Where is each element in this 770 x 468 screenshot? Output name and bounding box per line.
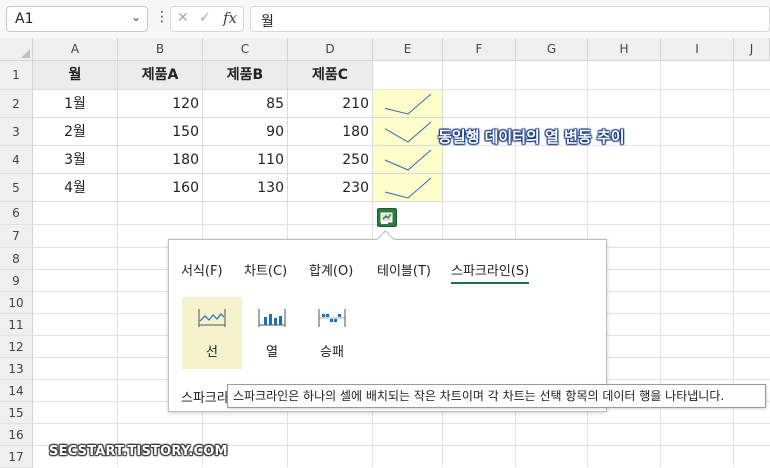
tooltip: 스파크라인은 하나의 셀에 배치되는 작은 차트이며 각 차트는 선택 항목의 … (227, 384, 766, 408)
sparkline-line (384, 149, 432, 171)
tab-sparklines[interactable]: 스파크라인(S) (451, 260, 530, 284)
value-cell[interactable]: 250 (288, 146, 373, 174)
month-cell[interactable]: 3월 (33, 146, 118, 174)
sparkline-column-option[interactable]: 열 (242, 297, 302, 369)
value-cell[interactable]: 130 (203, 174, 288, 202)
month-cell[interactable]: 4월 (33, 174, 118, 202)
cancel-icon[interactable]: ✕ (177, 10, 189, 26)
tab-tables[interactable]: 테이블(T) (377, 260, 431, 279)
value-cell[interactable]: 210 (288, 90, 373, 118)
sparkline-winloss-label: 승패 (320, 345, 344, 360)
sparkline-path (384, 149, 432, 171)
row-header[interactable]: 2 (0, 90, 33, 118)
sparkline-line (384, 121, 432, 143)
chevron-down-icon[interactable]: ⌄ (131, 10, 141, 24)
column-header[interactable]: H (588, 38, 661, 61)
annotation-label: 동일행 데이터의 열 변동 추이 (438, 128, 625, 146)
sparkline-column-icon (258, 309, 286, 327)
row-header[interactable]: 7 (0, 225, 33, 248)
sparkline-winloss-icon (318, 309, 346, 327)
value-cell[interactable]: 150 (118, 118, 203, 146)
month-cell[interactable]: 2월 (33, 118, 118, 146)
row-header[interactable]: 15 (0, 402, 33, 424)
row-header[interactable]: 12 (0, 336, 33, 358)
sparkline-cell[interactable] (373, 118, 443, 146)
check-icon[interactable]: ✓ (199, 10, 211, 26)
sparkline-path (384, 93, 432, 115)
insert-function-icon[interactable]: fx (223, 9, 237, 27)
sparkline-line-option[interactable]: 선 (182, 297, 242, 369)
sparkline-line-icon (198, 309, 226, 327)
header-cell[interactable]: 제품A (118, 61, 203, 90)
sparkline-line (384, 177, 432, 199)
formula-actions: ✕ ✓ fx (170, 6, 244, 32)
month-cell[interactable]: 1월 (33, 90, 118, 118)
column-header[interactable]: E (373, 38, 443, 61)
name-box-value: A1 (15, 11, 34, 27)
quick-analysis-button[interactable] (377, 208, 397, 227)
header-cell[interactable]: 제품B (203, 61, 288, 90)
value-cell[interactable]: 180 (288, 118, 373, 146)
row-header[interactable]: 3 (0, 118, 33, 146)
row-header[interactable]: 1 (0, 61, 33, 90)
tab-format[interactable]: 서식(F) (181, 260, 223, 279)
sparkline-cell[interactable] (373, 90, 443, 118)
value-cell[interactable]: 110 (203, 146, 288, 174)
value-cell[interactable]: 85 (203, 90, 288, 118)
select-all-corner[interactable] (0, 38, 33, 61)
column-header[interactable]: D (288, 38, 373, 61)
sparkline-line (384, 93, 432, 115)
column-header[interactable]: J (734, 38, 770, 61)
quick-analysis-icon (380, 212, 393, 224)
sparkline-column-label: 열 (266, 345, 278, 360)
header-cell[interactable]: 월 (33, 61, 118, 90)
row-header[interactable]: 16 (0, 424, 33, 446)
value-cell[interactable]: 180 (118, 146, 203, 174)
tab-totals[interactable]: 합계(O) (309, 260, 353, 279)
sparkline-path (384, 177, 432, 199)
value-cell[interactable]: 230 (288, 174, 373, 202)
row-header[interactable]: 6 (0, 202, 33, 225)
formula-input[interactable]: 월 (250, 6, 770, 32)
sparkline-path (384, 121, 432, 143)
value-cell[interactable]: 90 (203, 118, 288, 146)
column-header[interactable]: F (443, 38, 516, 61)
column-header[interactable]: I (661, 38, 734, 61)
sparkline-winloss-option[interactable]: 승패 (302, 297, 362, 369)
column-header[interactable]: B (118, 38, 203, 61)
row-header[interactable]: 11 (0, 314, 33, 336)
value-cell[interactable]: 160 (118, 174, 203, 202)
row-header[interactable]: 9 (0, 270, 33, 292)
row-header[interactable]: 4 (0, 146, 33, 174)
formula-toolbar: A1 ⌄ ⋮ ✕ ✓ fx 월 (0, 0, 770, 38)
sparkline-cell[interactable] (373, 146, 443, 174)
sparkline-line-label: 선 (206, 345, 218, 360)
row-header[interactable]: 13 (0, 358, 33, 380)
row-header[interactable]: 8 (0, 248, 33, 270)
header-cell[interactable]: 제품C (288, 61, 373, 90)
tab-charts[interactable]: 차트(C) (244, 260, 287, 279)
column-header[interactable]: G (516, 38, 588, 61)
row-header[interactable]: 10 (0, 292, 33, 314)
value-cell[interactable]: 120 (118, 90, 203, 118)
sparkline-cell[interactable] (373, 174, 443, 202)
column-header[interactable]: C (203, 38, 288, 61)
watermark: SECSTART.TISTORY.COM (49, 444, 228, 459)
more-options-icon[interactable]: ⋮ (155, 9, 169, 25)
name-box[interactable]: A1 ⌄ (6, 6, 148, 32)
row-header[interactable]: 14 (0, 380, 33, 402)
column-header[interactable]: A (33, 38, 118, 61)
formula-content: 월 (261, 14, 274, 30)
row-header[interactable]: 17 (0, 446, 33, 468)
row-header[interactable]: 5 (0, 174, 33, 202)
